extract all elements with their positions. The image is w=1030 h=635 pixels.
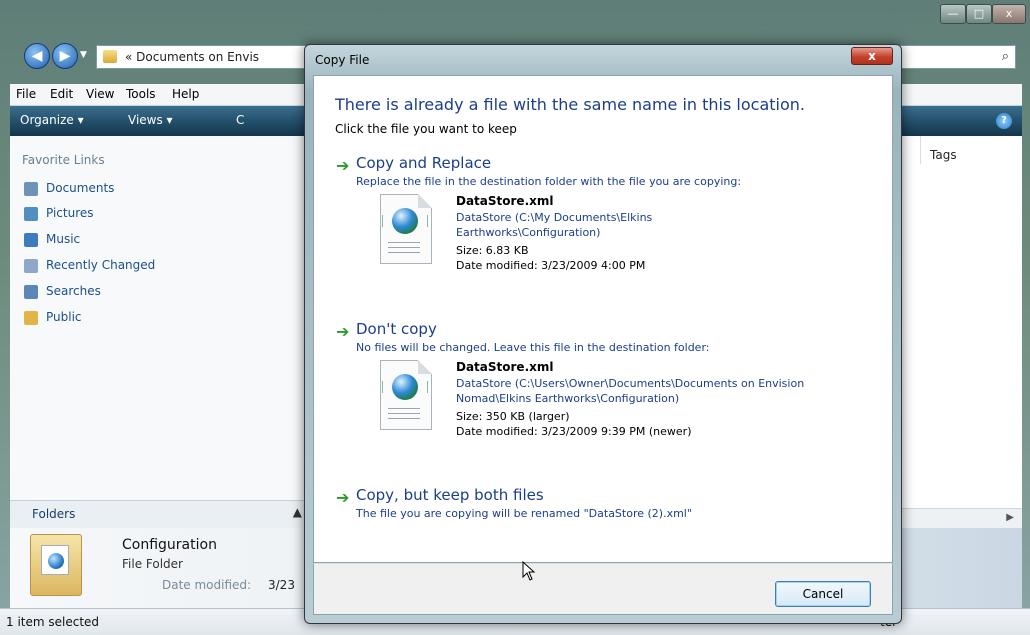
file-path: DataStore (C:\My Documents\Elkins Earthw… xyxy=(456,211,653,239)
favorite-link-label: Music xyxy=(46,232,81,246)
menu-edit[interactable]: Edit xyxy=(50,87,73,101)
option-keep-both-files[interactable]: ➔ Copy, but keep both files The file you… xyxy=(334,486,884,530)
details-modified-label: Date modified: xyxy=(162,578,252,592)
menu-view[interactable]: View xyxy=(86,87,114,101)
folders-bar[interactable]: Folders ▲ xyxy=(10,500,310,528)
forward-button[interactable]: ▶ xyxy=(52,43,78,69)
music-icon xyxy=(24,233,38,247)
favorite-link-label: Recently Changed xyxy=(46,258,156,272)
option-title: Copy, but keep both files xyxy=(356,486,544,504)
green-arrow-icon: ➔ xyxy=(336,156,350,175)
green-arrow-icon: ➔ xyxy=(336,488,350,507)
file-corner xyxy=(418,360,432,374)
file-line xyxy=(388,242,420,243)
minimize-button[interactable]: — xyxy=(940,4,966,24)
searches-icon xyxy=(24,285,38,299)
dialog-subheading: Click the file you want to keep xyxy=(335,122,517,136)
option-title: Copy and Replace xyxy=(356,154,492,172)
file-line xyxy=(388,413,420,414)
status-text: 1 item selected xyxy=(6,615,100,629)
column-separator xyxy=(920,136,921,164)
help-icon[interactable]: ? xyxy=(996,113,1012,129)
xml-file-icon xyxy=(378,194,434,266)
folder-icon xyxy=(103,50,117,63)
file-details: DataStore.xml DataStore (C:\My Documents… xyxy=(456,194,896,284)
folder-thumbnail-icon xyxy=(30,534,82,596)
favorite-link-label: Pictures xyxy=(46,206,94,220)
globe-icon xyxy=(48,553,64,569)
search-icon[interactable]: ⌕ xyxy=(1002,49,1009,64)
toolbar-item-partial[interactable]: C xyxy=(236,113,244,127)
pictures-icon xyxy=(24,207,38,221)
favorite-link-label: Public xyxy=(46,310,82,324)
file-date-modified: Date modified: 3/23/2009 9:39 PM (newer) xyxy=(456,425,692,438)
cancel-button[interactable]: Cancel xyxy=(775,581,871,607)
favorite-link-label: Documents xyxy=(46,181,115,195)
file-line xyxy=(388,247,420,248)
dialog-heading: There is already a file with the same na… xyxy=(335,95,805,114)
organize-button[interactable]: Organize ▾ xyxy=(20,113,84,127)
option-copy-and-replace[interactable]: ➔ Copy and Replace Replace the file in t… xyxy=(334,154,884,294)
folders-label: Folders xyxy=(32,507,76,521)
column-header-tags[interactable]: Tags xyxy=(930,148,957,162)
mouse-cursor-icon xyxy=(522,561,536,581)
details-modified-value: 3/23 xyxy=(268,578,295,592)
favorite-links-header: Favorite Links xyxy=(22,153,105,167)
green-arrow-icon: ➔ xyxy=(336,322,350,341)
details-name: Configuration xyxy=(122,537,217,553)
close-window-button[interactable]: x xyxy=(992,4,1026,24)
file-corner xyxy=(418,194,432,208)
file-details: DataStore.xml DataStore (C:\Users\Owner\… xyxy=(456,360,896,450)
chevron-up-icon: ▲ xyxy=(292,505,302,519)
option-description: The file you are copying will be renamed… xyxy=(356,507,692,520)
file-size: Size: 6.83 KB xyxy=(456,244,529,257)
file-date-modified: Date modified: 3/23/2009 4:00 PM xyxy=(456,259,646,272)
documents-icon xyxy=(24,182,38,196)
option-title: Don't copy xyxy=(356,320,437,338)
navigation-pane: Favorite Links Documents Pictures Music … xyxy=(10,136,310,521)
file-line xyxy=(388,252,420,253)
recent-pages-dropdown-icon[interactable]: ▼ xyxy=(80,50,90,62)
favorite-link-label: Searches xyxy=(46,284,101,298)
maximize-button[interactable]: □ xyxy=(966,4,992,24)
dialog-close-button[interactable]: x xyxy=(851,47,893,65)
dialog-title: Copy File xyxy=(315,53,370,67)
recently-changed-icon xyxy=(24,259,38,273)
views-button[interactable]: Views ▾ xyxy=(128,113,173,127)
public-folder-icon xyxy=(24,311,38,325)
file-line xyxy=(388,408,420,409)
dialog-body: There is already a file with the same na… xyxy=(313,75,893,563)
scroll-right-icon[interactable]: ▶ xyxy=(1006,512,1014,523)
details-type: File Folder xyxy=(122,557,183,571)
window-caption-buttons: — □ x xyxy=(900,0,1030,28)
xml-file-icon xyxy=(378,360,434,432)
globe-icon xyxy=(392,374,418,400)
address-path: « Documents on Envis xyxy=(125,50,260,64)
file-name: DataStore.xml xyxy=(456,360,554,374)
option-description: No files will be changed. Leave this fil… xyxy=(356,341,710,354)
menu-help[interactable]: Help xyxy=(172,87,199,101)
menu-tools[interactable]: Tools xyxy=(126,87,156,101)
option-description: Replace the file in the destination fold… xyxy=(356,175,742,188)
globe-icon xyxy=(392,208,418,234)
file-path: DataStore (C:\Users\Owner\Documents\Docu… xyxy=(456,377,805,405)
option-dont-copy[interactable]: ➔ Don't copy No files will be changed. L… xyxy=(334,320,884,460)
file-line xyxy=(388,418,420,419)
back-button[interactable]: ◀ xyxy=(24,43,50,69)
file-name: DataStore.xml xyxy=(456,194,554,208)
file-size: Size: 350 KB (larger) xyxy=(456,410,570,423)
menu-file[interactable]: File xyxy=(16,87,36,101)
copy-file-dialog: Copy File x There is already a file with… xyxy=(304,44,902,624)
